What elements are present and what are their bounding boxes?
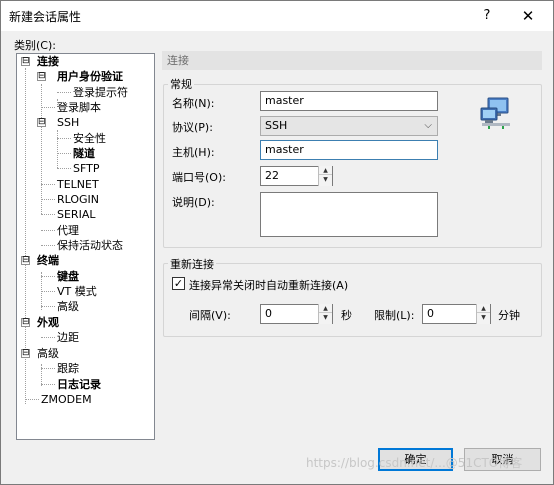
description-label: 说明(D): — [172, 196, 215, 209]
spin-down-icon[interactable]: ▼ — [319, 313, 332, 322]
tree-item-terminal-advanced[interactable]: 高级 — [57, 299, 79, 314]
auto-reconnect-label[interactable]: 连接异常关闭时自动重新连接(A) — [189, 277, 348, 293]
spin-up-icon[interactable]: ▲ — [477, 304, 490, 313]
tree-item-trace[interactable]: 跟踪 — [57, 361, 79, 376]
tree-line — [25, 399, 39, 400]
close-icon[interactable]: ✕ — [515, 5, 541, 27]
limit-value: 0 — [427, 307, 434, 320]
section-header: 连接 — [162, 51, 542, 70]
tree-line — [41, 245, 55, 246]
network-computer-icon — [480, 97, 510, 129]
tree-line — [41, 276, 55, 277]
window-title: 新建会话属性 — [9, 10, 82, 24]
spin-up-icon[interactable]: ▲ — [319, 166, 332, 175]
tree-item-tunnel[interactable]: 隧道 — [73, 146, 95, 161]
tree-line — [57, 92, 71, 93]
category-label: 类别(C): — [14, 39, 56, 52]
tree-item-login-script[interactable]: 登录脚本 — [57, 100, 101, 115]
tree-line — [57, 153, 71, 154]
auto-reconnect-checkbox[interactable]: ✓ — [172, 277, 185, 290]
tree-item-serial[interactable]: SERIAL — [57, 207, 95, 222]
watermark: https://blog.csdn.net/...@51CTO博客 — [306, 456, 523, 470]
tree-item-sftp[interactable]: SFTP — [73, 161, 99, 176]
tree-item-terminal[interactable]: 终端 — [37, 253, 59, 268]
tree-line — [41, 84, 42, 214]
tree-line — [41, 214, 55, 215]
interval-unit: 秒 — [341, 309, 352, 322]
general-group-title: 常规 — [168, 76, 194, 92]
tree-line — [41, 306, 55, 307]
tree-item-margins[interactable]: 边距 — [57, 330, 79, 345]
interval-value: 0 — [265, 307, 272, 320]
reconnect-group — [163, 263, 542, 337]
tree-line — [57, 168, 71, 169]
tree-item-logging[interactable]: 日志记录 — [57, 377, 101, 392]
help-icon[interactable]: ? — [475, 5, 499, 27]
title-bar: 新建会话属性 ? ✕ — [1, 1, 553, 31]
collapse-icon[interactable]: ⊟ — [37, 72, 46, 81]
tree-item-appearance[interactable]: 外观 — [37, 315, 59, 330]
tree-line — [41, 230, 55, 231]
host-input[interactable]: master — [260, 140, 438, 160]
collapse-icon[interactable]: ⊟ — [21, 349, 30, 358]
tree-item-advanced[interactable]: 高级 — [37, 346, 59, 361]
tree-item-security[interactable]: 安全性 — [73, 131, 106, 146]
tree-line — [41, 291, 55, 292]
port-input[interactable]: 22 ▲ ▼ — [260, 166, 333, 186]
tree-line — [41, 107, 55, 108]
name-label: 名称(N): — [172, 97, 215, 110]
protocol-value: SSH — [265, 119, 288, 132]
tree-line — [41, 337, 55, 338]
tree-item-connection[interactable]: 连接 — [37, 54, 59, 69]
port-spinner[interactable]: ▲ ▼ — [318, 166, 332, 186]
interval-spinner[interactable]: ▲ ▼ — [318, 304, 332, 324]
port-label: 端口号(O): — [172, 171, 226, 184]
tree-item-zmodem[interactable]: ZMODEM — [41, 392, 92, 407]
chevron-down-icon: ⌵ — [424, 120, 432, 131]
session-properties-dialog: 新建会话属性 ? ✕ 类别(C): ⊟ 连接 ⊟ 用户身份验证 登录提示符 登录… — [0, 0, 554, 485]
limit-label: 限制(L): — [374, 309, 415, 322]
tree-item-keyboard[interactable]: 键盘 — [57, 269, 79, 284]
tree-item-login-prompts[interactable]: 登录提示符 — [73, 85, 128, 100]
collapse-icon[interactable]: ⊟ — [37, 118, 46, 127]
tree-line — [41, 368, 55, 369]
tree-item-vt-mode[interactable]: VT 模式 — [57, 284, 97, 299]
name-input[interactable]: master — [260, 91, 438, 111]
interval-input[interactable]: 0 ▲ ▼ — [260, 304, 333, 324]
port-value: 22 — [265, 169, 279, 182]
limit-input[interactable]: 0 ▲ ▼ — [422, 304, 491, 324]
collapse-icon[interactable]: ⊟ — [21, 256, 30, 265]
limit-unit: 分钟 — [498, 309, 520, 322]
interval-label: 间隔(V): — [189, 309, 231, 322]
tree-line — [57, 138, 71, 139]
reconnect-group-title: 重新连接 — [168, 256, 216, 272]
tree-line — [57, 130, 58, 168]
protocol-label: 协议(P): — [172, 121, 213, 134]
tree-item-proxy[interactable]: 代理 — [57, 223, 79, 238]
spin-down-icon[interactable]: ▼ — [477, 313, 490, 322]
tree-item-user-auth[interactable]: 用户身份验证 — [57, 69, 123, 84]
collapse-icon[interactable]: ⊟ — [21, 57, 30, 66]
tree-line — [41, 184, 55, 185]
host-label: 主机(H): — [172, 146, 215, 159]
description-input[interactable] — [260, 192, 438, 237]
tree-item-rlogin[interactable]: RLOGIN — [57, 192, 99, 207]
tree-item-keep-alive[interactable]: 保持活动状态 — [57, 238, 123, 253]
tree-line — [41, 384, 55, 385]
tree-item-telnet[interactable]: TELNET — [57, 177, 99, 192]
tree-line — [41, 199, 55, 200]
collapse-icon[interactable]: ⊟ — [21, 318, 30, 327]
limit-spinner[interactable]: ▲ ▼ — [476, 304, 490, 324]
spin-up-icon[interactable]: ▲ — [319, 304, 332, 313]
tree-item-ssh[interactable]: SSH — [57, 115, 79, 130]
spin-down-icon[interactable]: ▼ — [319, 175, 332, 184]
category-tree[interactable]: ⊟ 连接 ⊟ 用户身份验证 登录提示符 登录脚本 ⊟ SSH 安全性 隧道 SF… — [16, 53, 155, 440]
protocol-select[interactable]: SSH ⌵ — [260, 116, 438, 136]
